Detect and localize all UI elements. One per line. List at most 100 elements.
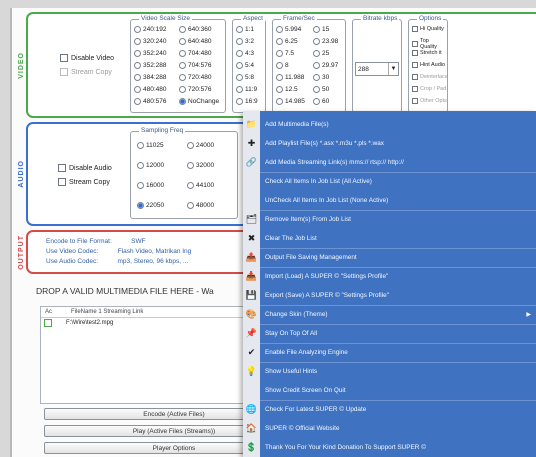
menu-item[interactable]: Show Credit Screen On Quit [243,383,536,398]
option-checkbox[interactable]: Hint Audio [412,62,445,68]
menu-item[interactable]: UnCheck All Items In Job List (None Acti… [243,193,536,208]
radio-option[interactable]: 32000 [187,162,214,169]
menu-item[interactable]: 🌐 Check For Latest SUPER © Update [243,402,536,417]
radio-option[interactable]: 11025 [137,142,164,149]
menu-item-label: Import (Load) A SUPER © "Settings Profil… [265,273,389,280]
row-active-checkbox[interactable] [44,319,52,327]
radio-option[interactable]: 240:192 [134,26,167,33]
radio-circle-icon [313,50,320,57]
video-stream-copy-checkbox[interactable]: Stream Copy [60,68,112,76]
radio-option[interactable]: 704:480 [179,50,212,57]
radio-label: 8 [285,62,289,69]
menu-item-label: Show Credit Screen On Quit [265,387,346,394]
radio-option[interactable]: 16:9 [236,98,258,105]
radio-option[interactable]: 44100 [187,182,214,189]
menu-item[interactable]: 💲 Thank You For Your Kind Donation To Sup… [243,440,536,455]
menu-item[interactable]: ✖ Clear The Job List [243,231,536,246]
radio-option[interactable]: 4:3 [236,50,254,57]
option-checkbox[interactable]: Other Opts [412,98,447,104]
radio-label: 24000 [196,142,215,149]
disable-audio-checkbox[interactable]: Disable Audio [58,164,112,172]
radio-circle-icon [276,62,283,69]
checkbox-icon [412,86,418,92]
radio-option[interactable]: 24000 [187,142,214,149]
menu-item[interactable]: 🏠 SUPER © Official Website [243,421,536,436]
menu-item[interactable]: 📤 Output File Saving Management [243,250,536,265]
menu-item[interactable]: ✔ Enable File Analyzing Engine [243,345,536,360]
bitrate-select[interactable]: 288 ▼ [355,62,399,76]
radio-option[interactable]: 16000 [137,182,164,189]
radio-label: 704:480 [188,50,212,57]
job-list-table[interactable]: Ac FileName 1 Streaming Link F:\Wire\tes… [40,306,260,404]
radio-option[interactable]: NoChange [179,98,219,105]
radio-option[interactable]: 640:480 [179,38,212,45]
audio-stream-copy-checkbox[interactable]: Stream Copy [58,178,110,186]
radio-circle-icon [236,62,243,69]
radio-option[interactable]: 1:1 [236,26,254,33]
header-filename[interactable]: FileName 1 Streaming Link [61,309,143,315]
radio-option[interactable]: 480:576 [134,98,167,105]
radio-option[interactable]: 30 [313,74,329,81]
radio-option[interactable]: 11.988 [276,74,304,81]
radio-option[interactable]: 29.97 [313,62,338,69]
option-checkbox[interactable]: Hi Quality [412,26,444,32]
radio-circle-icon [134,38,141,45]
option-checkbox[interactable]: Crop / Pad [412,86,446,92]
radio-option[interactable]: 8 [276,62,289,69]
radio-option[interactable]: 25 [313,50,329,57]
menu-item-label: Check All Items In Job List (All Active) [265,178,372,185]
header-active[interactable]: Ac [41,309,61,315]
sampling-freq-legend: Sampling Freq [139,127,186,134]
radio-option[interactable]: 640:360 [179,26,212,33]
option-checkbox[interactable]: Deinterlace [412,74,448,80]
menu-item[interactable]: ✚ Add Playlist File(s) *.asx *.m3u *.pls … [243,136,536,151]
menu-item[interactable]: 📥 Import (Load) A SUPER © "Settings Profi… [243,269,536,284]
option-checkbox[interactable]: Top Quality [412,38,447,50]
radio-option[interactable]: 5:8 [236,74,254,81]
radio-option[interactable]: 5:4 [236,62,254,69]
radio-option[interactable]: 720:480 [179,74,212,81]
radio-circle-icon [179,38,186,45]
menu-item[interactable]: 📌 Stay On Top Of All [243,326,536,341]
radio-option[interactable]: 3:2 [236,38,254,45]
disable-video-checkbox[interactable]: Disable Video [60,54,114,62]
radio-option[interactable]: 23.98 [313,38,338,45]
radio-option[interactable]: 7.5 [276,50,294,57]
option-label: Hi Quality [420,26,444,32]
radio-option[interactable]: 11:9 [236,86,257,93]
checkbox-icon [412,98,418,104]
radio-option[interactable]: 12000 [137,162,164,169]
menu-item[interactable]: 💡 Show Useful Hints [243,364,536,379]
table-row[interactable]: F:\Wire\test2.mpg [41,318,259,328]
option-checkbox[interactable]: Stretch it [412,50,442,56]
radio-option[interactable]: 352:240 [134,50,167,57]
radio-option[interactable]: 48000 [187,202,214,209]
radio-circle-icon [313,62,320,69]
menu-item[interactable]: 🔗 Add Media Streaming Link(s) mms:// rtsp… [243,155,536,170]
menu-item[interactable]: 🗂 Remove Item(s) From Job List [243,212,536,227]
radio-circle-icon [276,26,283,33]
radio-option[interactable]: 720:576 [179,86,212,93]
radio-option[interactable]: 12.5 [276,86,298,93]
radio-option[interactable]: 384:288 [134,74,167,81]
menu-item[interactable]: 📁 Add Multimedia File(s) [243,117,536,132]
menu-item[interactable]: 🎨 Change Skin (Theme) ▶ [243,307,536,322]
radio-option[interactable]: 50 [313,86,329,93]
menu-item[interactable]: 💾 Export (Save) A SUPER © "Settings Profi… [243,288,536,303]
radio-option[interactable]: 6.25 [276,38,298,45]
radio-circle-icon [134,62,141,69]
radio-option[interactable]: 5.994 [276,26,301,33]
drop-zone-hint[interactable]: DROP A VALID MULTIMEDIA FILE HERE - Wa [36,286,214,296]
radio-option[interactable]: 15 [313,26,329,33]
radio-option[interactable]: 480:480 [134,86,167,93]
radio-option[interactable]: 704:576 [179,62,212,69]
radio-option[interactable]: 14.985 [276,98,305,105]
menu-item[interactable]: Check All Items In Job List (All Active) [243,174,536,189]
radio-option[interactable]: 60 [313,98,329,105]
radio-option[interactable]: 320:240 [134,38,167,45]
radio-option[interactable]: 22050 [137,202,164,209]
hint-icon: 💡 [245,366,258,376]
radio-option[interactable]: 352:288 [134,62,167,69]
menu-item-label: UnCheck All Items In Job List (None Acti… [265,197,389,204]
radio-label: 720:480 [188,74,212,81]
